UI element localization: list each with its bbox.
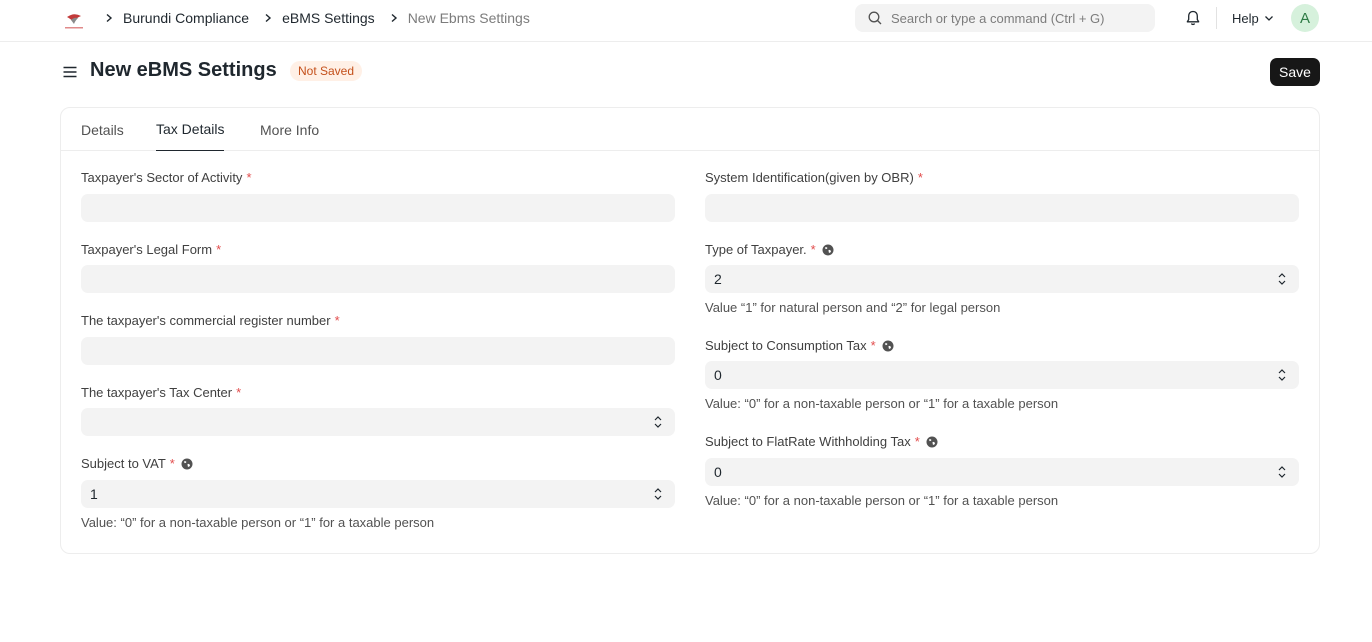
tab-more-info[interactable]: More Info [260,108,319,151]
type-of-taxpayer-select[interactable]: 2 [705,265,1299,293]
form-card: Details Tax Details More Info Taxpayer's… [60,107,1320,554]
required-marker: * [246,170,252,185]
bell-icon[interactable] [1184,9,1202,27]
globe-icon [181,458,193,469]
tab-details[interactable]: Details [81,108,124,151]
commercial-register-label: The taxpayer's commercial register numbe… [81,313,331,328]
required-marker: * [334,313,340,328]
select-arrows-icon [1278,369,1286,381]
type-of-taxpayer-label: Type of Taxpayer. [705,242,807,257]
search-bar[interactable] [855,4,1155,32]
field-label: Type of Taxpayer. * [705,242,834,257]
commercial-register-input[interactable] [81,337,675,365]
required-marker: * [236,385,242,400]
tax-center-label: The taxpayer's Tax Center [81,385,233,400]
field-label: Taxpayer's Legal Form * [81,242,221,257]
search-icon [867,10,883,26]
chevron-down-icon [1264,13,1274,23]
select-arrows-icon [654,488,662,500]
help-label: Help [1232,10,1259,26]
flatrate-withholding-label: Subject to FlatRate Withholding Tax [705,434,911,449]
required-marker: * [870,338,876,353]
search-input[interactable] [891,10,1151,26]
type-of-taxpayer-value: 2 [714,271,722,287]
globe-icon [822,244,834,255]
select-arrows-icon [654,416,662,428]
status-badge: Not Saved [290,61,363,81]
field-label: Subject to FlatRate Withholding Tax * [705,434,938,449]
consumption-tax-select[interactable]: 0 [705,361,1299,389]
avatar[interactable]: A [1291,4,1319,32]
required-marker: * [917,170,923,185]
type-of-taxpayer-help: Value “1” for natural person and “2” for… [705,300,1001,315]
tab-tax-details[interactable]: Tax Details [156,108,225,151]
flatrate-withholding-help: Value: “0” for a non-taxable person or “… [705,493,1059,508]
select-arrows-icon [1278,466,1286,478]
required-marker: * [914,434,920,449]
breadcrumb-burundi-compliance[interactable]: Burundi Compliance [123,10,249,26]
save-button[interactable]: Save [1270,58,1320,86]
chevron-right-icon [263,13,273,23]
breadcrumb-current: New Ebms Settings [407,10,530,26]
required-marker: * [810,242,816,257]
chevron-right-icon [389,13,399,23]
consumption-tax-value: 0 [714,367,722,383]
subject-to-vat-value: 1 [90,486,98,502]
select-arrows-icon [1278,273,1286,285]
system-identification-input[interactable] [705,194,1299,222]
field-label: Subject to VAT * [81,456,193,471]
chevron-right-icon [104,13,114,23]
navbar: Burundi Compliance eBMS Settings New Ebm… [0,0,1372,42]
field-label: System Identification(given by OBR) * [705,170,923,185]
app-logo-icon[interactable] [62,8,86,32]
breadcrumb: Burundi Compliance eBMS Settings New Ebm… [100,0,530,36]
hamburger-icon[interactable] [62,64,78,80]
required-marker: * [216,242,222,257]
flatrate-withholding-value: 0 [714,464,722,480]
legal-form-label: Taxpayer's Legal Form [81,242,213,257]
consumption-tax-help: Value: “0” for a non-taxable person or “… [705,396,1059,411]
navbar-divider [1216,7,1217,29]
subject-to-vat-help: Value: “0” for a non-taxable person or “… [81,515,435,530]
breadcrumb-ebms-settings[interactable]: eBMS Settings [282,10,375,26]
tax-center-select[interactable] [81,408,675,436]
tab-bar: Details Tax Details More Info [61,108,1319,151]
subject-to-vat-label: Subject to VAT [81,456,166,471]
field-label: Taxpayer's Sector of Activity * [81,170,252,185]
page-title: New eBMS Settings [90,59,277,81]
help-dropdown[interactable]: Help [1232,0,1274,36]
system-identification-label: System Identification(given by OBR) [705,170,914,185]
globe-icon [882,340,894,351]
field-label: The taxpayer's Tax Center * [81,385,241,400]
globe-icon [926,436,938,447]
subject-to-vat-select[interactable]: 1 [81,480,675,508]
consumption-tax-label: Subject to Consumption Tax [705,338,867,353]
flatrate-withholding-select[interactable]: 0 [705,458,1299,486]
sector-of-activity-input[interactable] [81,194,675,222]
required-marker: * [169,456,175,471]
field-label: Subject to Consumption Tax * [705,338,894,353]
sector-of-activity-label: Taxpayer's Sector of Activity [81,170,243,185]
legal-form-input[interactable] [81,265,675,293]
field-label: The taxpayer's commercial register numbe… [81,313,340,328]
